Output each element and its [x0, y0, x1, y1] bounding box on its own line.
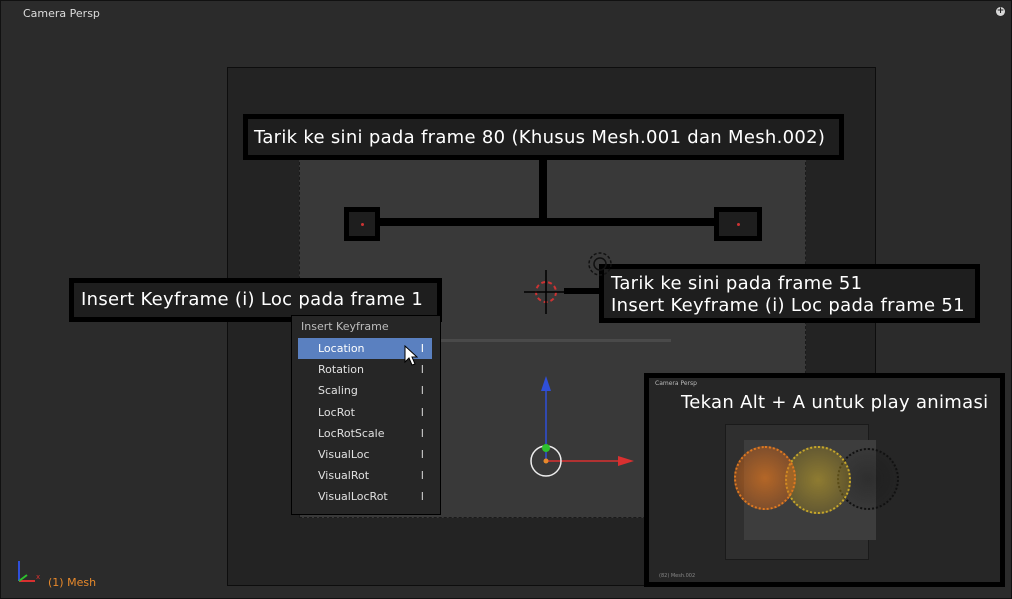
menu-item-locrotscale[interactable]: LocRotScale I [292, 423, 440, 444]
menu-item-shortcut: I [420, 469, 424, 483]
3d-cursor-icon[interactable] [524, 270, 568, 314]
sphere-origin-icon [588, 252, 612, 276]
menu-item-shortcut: I [420, 384, 424, 398]
menu-item-locrot[interactable]: LocRot I [292, 402, 440, 423]
menu-item-shortcut: I [420, 447, 424, 461]
menu-item-label: LocRotScale [318, 426, 385, 440]
sphere-orange [734, 446, 796, 510]
plus-circle-icon[interactable]: + [996, 7, 1005, 16]
3d-viewport[interactable]: Camera Persp + Tarik ke sini pada frame … [0, 0, 1012, 599]
menu-item-label: Scaling [318, 384, 358, 398]
inset-footer: (82) Mesh.002 [659, 573, 696, 579]
floor-plane [441, 339, 671, 342]
mouse-pointer-icon [404, 345, 418, 366]
inset-title: Camera Persp [655, 380, 697, 387]
menu-item-shortcut: I [420, 342, 424, 355]
menu-item-visualrot[interactable]: VisualRot I [292, 465, 440, 486]
connector-horizontal [373, 218, 717, 226]
callout-right-line1: Tarik ke sini pada frame 51 [611, 273, 863, 294]
menu-item-label: Location [318, 342, 365, 355]
status-mesh-label: (1) Mesh [48, 576, 97, 589]
callout-top-text: Tarik ke sini pada frame 80 (Khusus Mesh… [254, 127, 826, 148]
transform-gizmo[interactable] [521, 371, 641, 483]
view-title: Camera Persp [23, 7, 100, 20]
inset-caption: Tekan Alt + A untuk play animasi [681, 392, 989, 413]
svg-text:x: x [36, 573, 40, 581]
menu-item-scaling[interactable]: Scaling I [292, 380, 440, 401]
menu-title: Insert Keyframe [301, 320, 389, 333]
callout-top: Tarik ke sini pada frame 80 (Khusus Mesh… [243, 114, 844, 160]
insert-keyframe-menu[interactable]: Insert Keyframe Location I Rotation I Sc… [291, 315, 441, 515]
connector-right [564, 288, 602, 294]
menu-item-shortcut: I [420, 405, 424, 419]
menu-item-shortcut: I [420, 363, 424, 377]
callout-left-text: Insert Keyframe (i) Loc pada frame 1 [81, 289, 424, 310]
menu-item-label: LocRot [318, 405, 355, 419]
callout-right: Tarik ke sini pada frame 51 Insert Keyfr… [599, 264, 980, 323]
axis-gizmo-icon: x [18, 561, 40, 582]
menu-item-shortcut: I [420, 490, 424, 504]
target-mesh-001 [344, 207, 380, 241]
menu-item-label: Rotation [318, 363, 365, 377]
menu-item-shortcut: I [420, 426, 424, 440]
menu-item-visualloc[interactable]: VisualLoc I [292, 444, 440, 465]
menu-item-label: VisualLocRot [318, 490, 388, 504]
menu-item-label: VisualLoc [318, 447, 370, 461]
callout-right-line2: Insert Keyframe (i) Loc pada frame 51 [611, 295, 965, 316]
connector-vertical [539, 159, 547, 221]
target-mesh-002 [714, 207, 762, 241]
menu-item-label: VisualRot [318, 469, 370, 483]
menu-item-visuallocrot[interactable]: VisualLocRot I [292, 486, 440, 507]
animation-preview-inset: Camera Persp Tekan Alt + A untuk play an… [644, 373, 1005, 587]
